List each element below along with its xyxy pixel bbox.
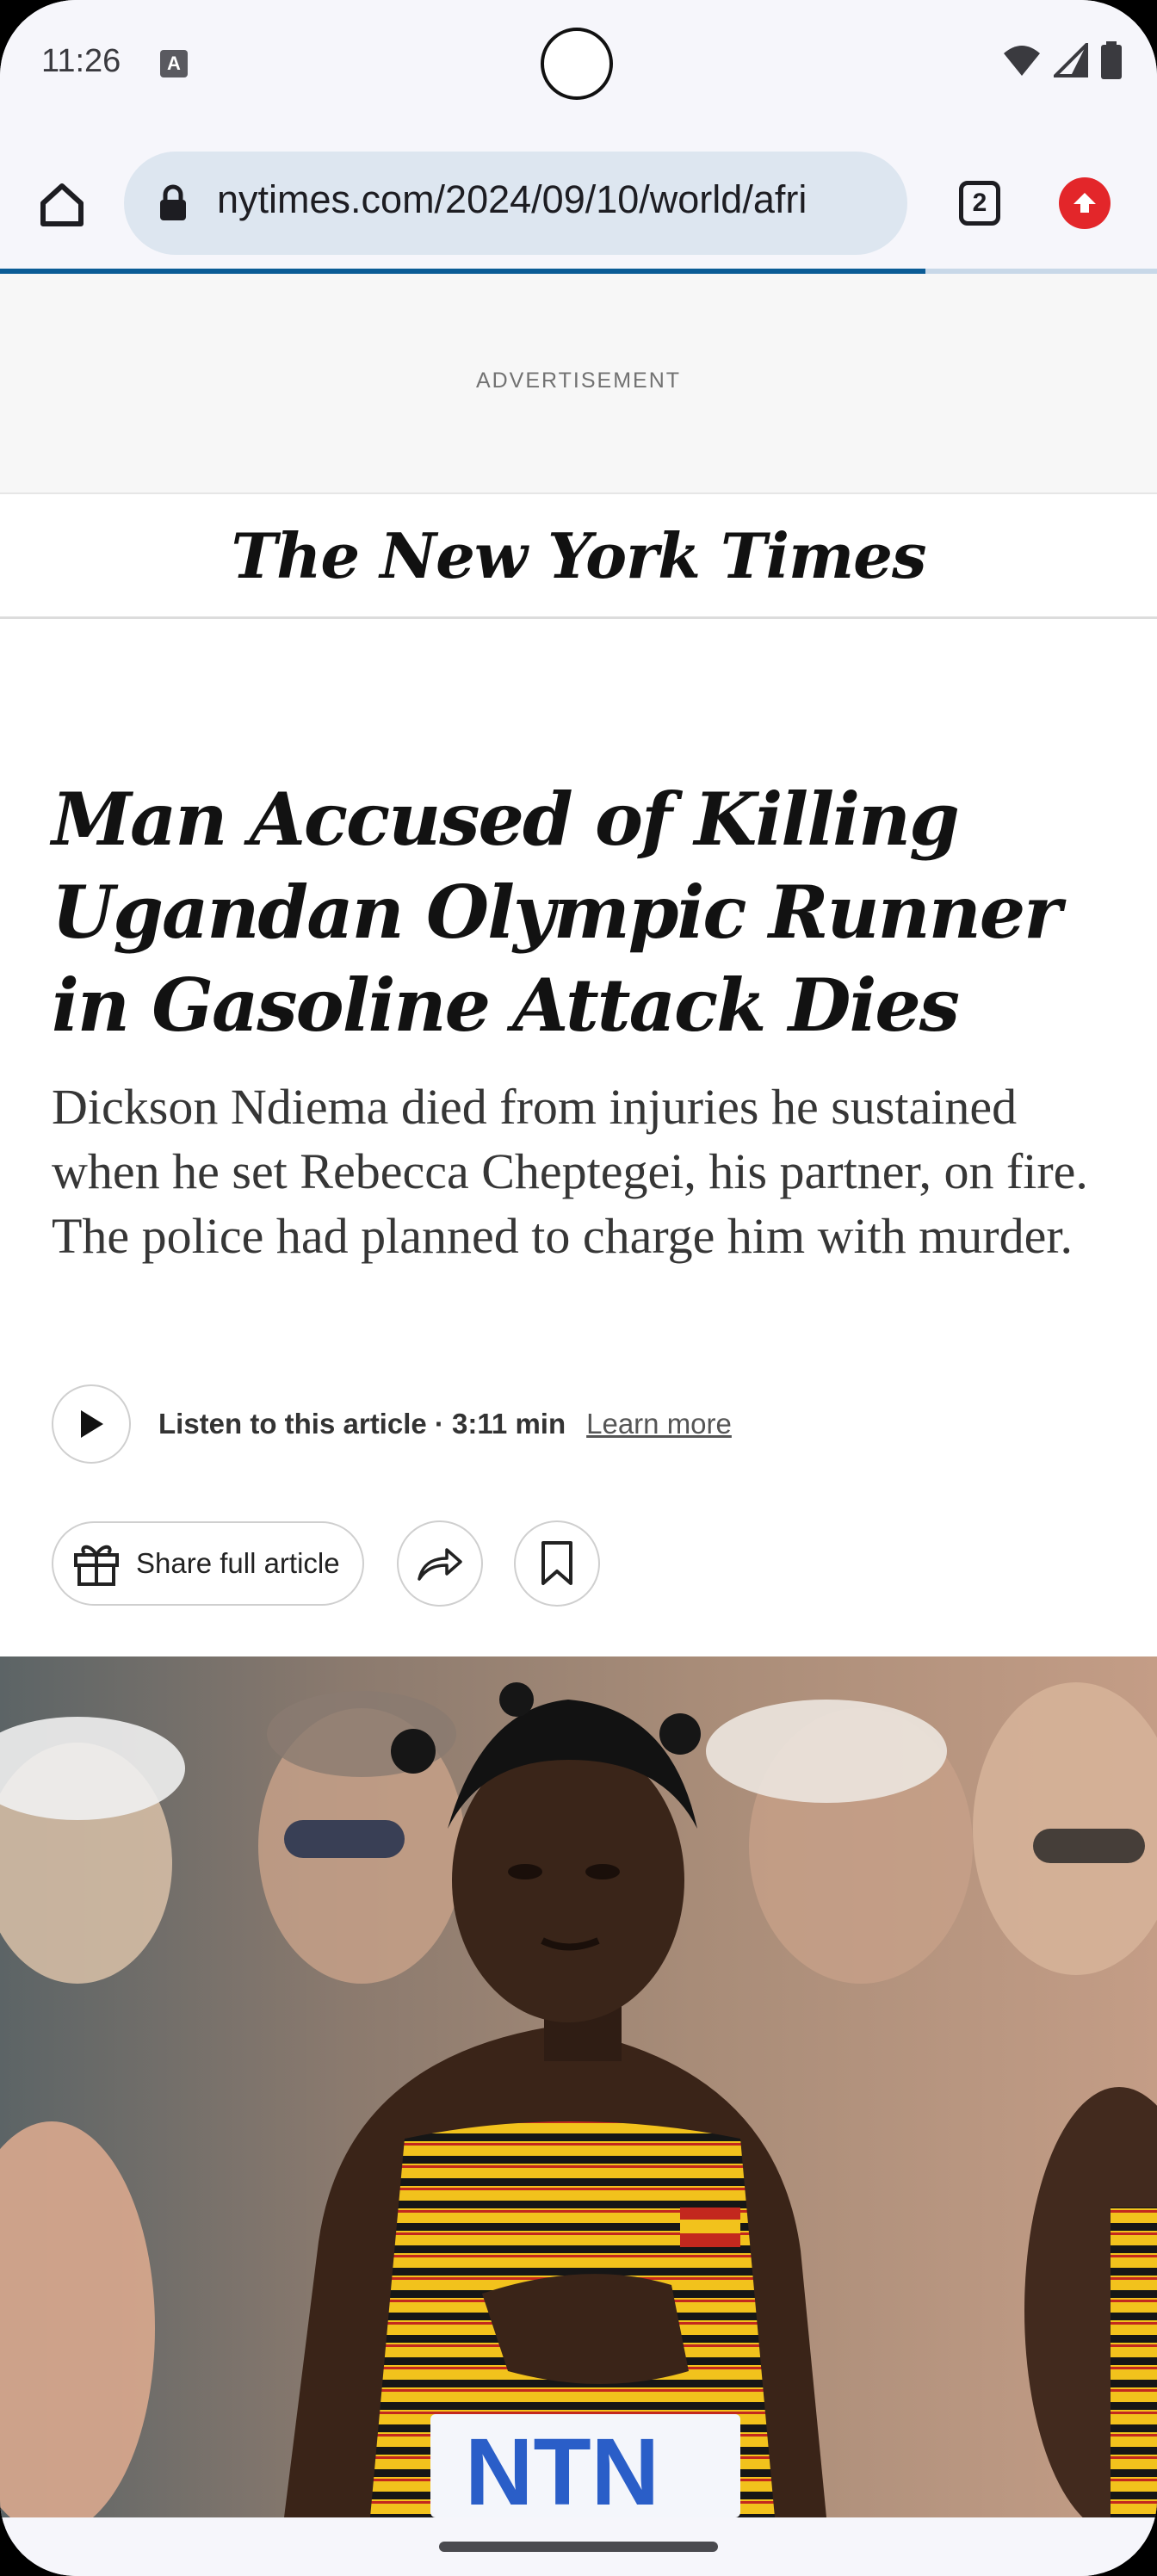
nyt-logo[interactable]: The New York Times	[232, 519, 927, 592]
status-icons	[1002, 41, 1123, 79]
svg-text:NTN: NTN	[465, 2419, 659, 2517]
masthead[interactable]: The New York Times	[0, 494, 1157, 619]
gesture-nav-bar	[0, 2517, 1157, 2576]
share-full-article-button[interactable]: Share full article	[52, 1521, 364, 1606]
home-gesture-handle[interactable]	[439, 2542, 718, 2552]
save-bookmark-button[interactable]	[513, 1520, 600, 1607]
play-audio-button[interactable]	[52, 1384, 131, 1464]
home-icon	[40, 183, 84, 226]
signal-icon	[1054, 43, 1088, 77]
notification-a-icon: A	[160, 50, 188, 77]
tab-switcher-button[interactable]: 2	[959, 181, 1000, 226]
arrow-up-icon	[1073, 193, 1096, 213]
url-text[interactable]: nytimes.com/2024/09/10/world/afri	[217, 177, 888, 222]
address-bar[interactable]: nytimes.com/2024/09/10/world/afri	[124, 152, 907, 255]
front-camera	[541, 28, 613, 100]
home-button[interactable]	[33, 176, 91, 234]
browser-toolbar: nytimes.com/2024/09/10/world/afri 2	[0, 138, 1157, 270]
gift-icon	[74, 1545, 119, 1586]
play-icon	[81, 1410, 103, 1438]
update-button[interactable]	[1059, 177, 1111, 229]
share-button[interactable]	[396, 1520, 483, 1607]
status-time: 11:26	[41, 43, 121, 79]
lock-icon	[160, 184, 186, 220]
share-arrow-icon	[417, 1548, 462, 1581]
battery-icon	[1101, 41, 1122, 79]
share-full-article-label: Share full article	[136, 1547, 340, 1579]
article-headline: Man Accused of Killing Ugandan Olympic R…	[52, 777, 1062, 1048]
wifi-icon	[1004, 46, 1040, 76]
status-bar: 11:26 A	[0, 0, 1157, 138]
advertisement-slot: ADVERTISEMENT	[0, 274, 1157, 494]
article-actions: Share full article	[52, 1520, 600, 1607]
listen-row: Listen to this article · 3:11 min Learn …	[52, 1383, 732, 1465]
article-summary: Dickson Ndiema died from injuries he sus…	[52, 1079, 1088, 1264]
runner-photo-illustration: NTN	[0, 1656, 1157, 2517]
bookmark-icon	[541, 1541, 572, 1585]
article-photo[interactable]: NTN	[0, 1656, 1157, 2517]
phone-screen: 11:26 A nytimes.com/2024/09/10/world/afr…	[0, 0, 1157, 2576]
listen-label: Listen to this article · 3:11 min	[158, 1408, 566, 1440]
learn-more-link[interactable]: Learn more	[586, 1408, 732, 1440]
advertisement-label: ADVERTISEMENT	[475, 368, 682, 393]
